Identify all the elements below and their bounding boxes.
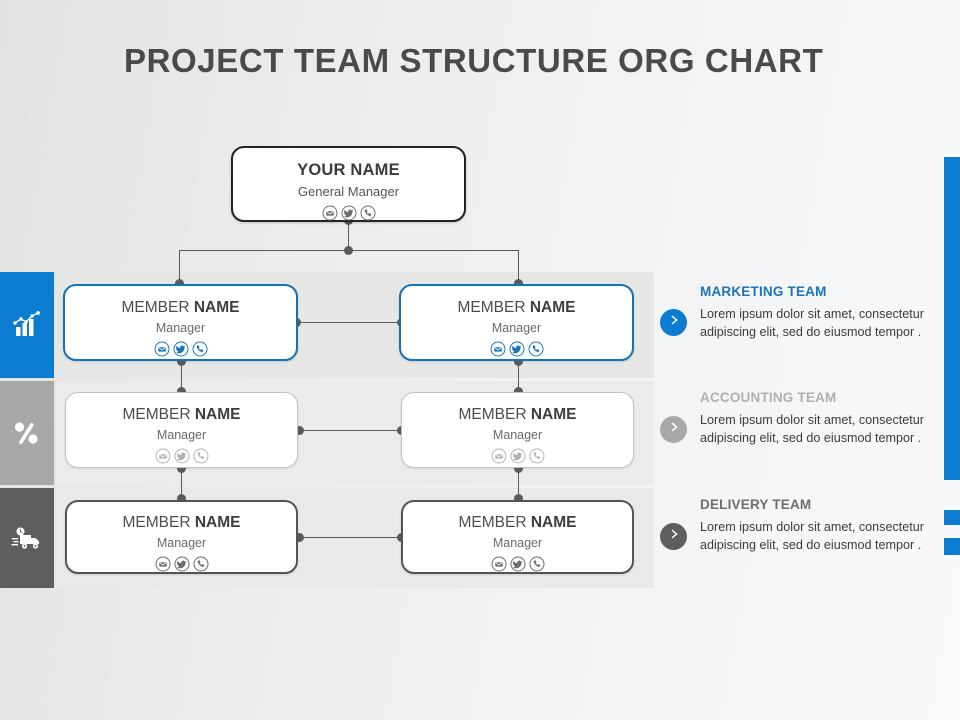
arrow-circle-marketing[interactable] xyxy=(660,309,687,336)
node-role: Manager xyxy=(156,535,207,550)
connector-siblings-row3 xyxy=(299,537,401,538)
phone-icon[interactable] xyxy=(193,448,209,464)
org-node-root[interactable]: YOUR NAME General Manager xyxy=(231,146,466,222)
node-role: Manager xyxy=(156,427,207,442)
delivery-truck-icon xyxy=(11,525,43,551)
sidebar-tile-accounting[interactable] xyxy=(0,381,54,485)
info-panel-accounting: ACCOUNTING TEAM Lorem ipsum dolor sit am… xyxy=(700,391,940,448)
info-title: ACCOUNTING TEAM xyxy=(700,390,837,405)
chevron-right-icon xyxy=(667,527,681,546)
email-icon[interactable] xyxy=(155,448,171,464)
edge-bar-long xyxy=(944,157,960,480)
email-icon[interactable] xyxy=(322,205,338,221)
email-icon[interactable] xyxy=(490,341,506,357)
connector-siblings-row1 xyxy=(296,322,401,323)
org-node-accounting-right[interactable]: MEMBER NAME Manager xyxy=(401,392,634,468)
percent-icon xyxy=(12,419,42,447)
social-icons xyxy=(67,556,296,572)
node-name-bold: NAME xyxy=(194,406,241,423)
info-body: Lorem ipsum dolor sit amet, consectetur … xyxy=(700,412,924,446)
email-icon[interactable] xyxy=(491,556,507,572)
social-icons xyxy=(403,556,632,572)
chevron-right-icon xyxy=(667,420,681,439)
node-name: MEMBER NAME xyxy=(65,300,296,316)
edge-bar-short-2 xyxy=(944,538,960,555)
twitter-icon[interactable] xyxy=(509,341,525,357)
org-node-marketing-left[interactable]: MEMBER NAME Manager xyxy=(63,284,298,361)
node-name: MEMBER NAME xyxy=(67,515,296,531)
node-name-bold: NAME xyxy=(529,299,576,316)
social-icons xyxy=(233,205,464,221)
org-node-delivery-left[interactable]: MEMBER NAME Manager xyxy=(65,500,298,574)
arrow-circle-accounting[interactable] xyxy=(660,416,687,443)
social-icons xyxy=(401,341,632,357)
node-name: YOUR NAME xyxy=(297,161,400,179)
node-role: Manager xyxy=(155,320,206,335)
social-icons xyxy=(65,341,296,357)
sidebar-tile-delivery[interactable] xyxy=(0,488,54,588)
info-title: DELIVERY TEAM xyxy=(700,497,812,512)
node-name-bold: NAME xyxy=(530,514,577,531)
phone-icon[interactable] xyxy=(528,341,544,357)
email-icon[interactable] xyxy=(154,341,170,357)
phone-icon[interactable] xyxy=(360,205,376,221)
email-icon[interactable] xyxy=(155,556,171,572)
node-name-regular: MEMBER xyxy=(457,299,526,316)
social-icons xyxy=(402,448,633,464)
info-body: Lorem ipsum dolor sit amet, consectetur … xyxy=(700,519,924,553)
twitter-icon[interactable] xyxy=(341,205,357,221)
connector-siblings-row2 xyxy=(299,430,401,431)
node-role: Manager xyxy=(492,427,543,442)
node-name-regular: MEMBER xyxy=(458,406,527,423)
phone-icon[interactable] xyxy=(529,448,545,464)
phone-icon[interactable] xyxy=(193,556,209,572)
twitter-icon[interactable] xyxy=(174,556,190,572)
twitter-icon[interactable] xyxy=(173,341,189,357)
node-name-regular: MEMBER xyxy=(122,514,191,531)
node-name: MEMBER NAME xyxy=(402,407,633,423)
email-icon[interactable] xyxy=(491,448,507,464)
junction-dot xyxy=(344,246,353,255)
node-name: MEMBER NAME xyxy=(403,515,632,531)
org-node-delivery-right[interactable]: MEMBER NAME Manager xyxy=(401,500,634,574)
node-name: MEMBER NAME xyxy=(66,407,297,423)
node-name-bold: NAME xyxy=(193,299,240,316)
twitter-icon[interactable] xyxy=(510,448,526,464)
org-node-marketing-right[interactable]: MEMBER NAME Manager xyxy=(399,284,634,361)
twitter-icon[interactable] xyxy=(510,556,526,572)
node-name-bold: NAME xyxy=(530,406,577,423)
node-name: MEMBER NAME xyxy=(401,300,632,316)
page-title: PROJECT TEAM STRUCTURE ORG CHART xyxy=(124,42,824,79)
twitter-icon[interactable] xyxy=(174,448,190,464)
info-panel-marketing: MARKETING TEAM Lorem ipsum dolor sit ame… xyxy=(700,285,940,342)
org-node-accounting-left[interactable]: MEMBER NAME Manager xyxy=(65,392,298,468)
node-name-regular: MEMBER xyxy=(458,514,527,531)
social-icons xyxy=(66,448,297,464)
bar-chart-growth-icon xyxy=(12,311,42,339)
node-name-regular: MEMBER xyxy=(122,406,191,423)
node-role: Manager xyxy=(491,320,542,335)
phone-icon[interactable] xyxy=(192,341,208,357)
info-title: MARKETING TEAM xyxy=(700,284,827,299)
sidebar-tile-marketing[interactable] xyxy=(0,272,54,378)
arrow-circle-delivery[interactable] xyxy=(660,523,687,550)
edge-bar-short-1 xyxy=(944,510,960,525)
chevron-right-icon xyxy=(667,313,681,332)
info-panel-delivery: DELIVERY TEAM Lorem ipsum dolor sit amet… xyxy=(700,498,940,555)
slide-canvas: PROJECT TEAM STRUCTURE ORG CHART YOUR NA… xyxy=(0,0,960,720)
node-role: General Manager xyxy=(297,183,400,199)
node-role: Manager xyxy=(492,535,543,550)
node-name-bold: NAME xyxy=(194,514,241,531)
node-name-regular: MEMBER xyxy=(121,299,190,316)
info-body: Lorem ipsum dolor sit amet, consectetur … xyxy=(700,306,924,340)
phone-icon[interactable] xyxy=(529,556,545,572)
